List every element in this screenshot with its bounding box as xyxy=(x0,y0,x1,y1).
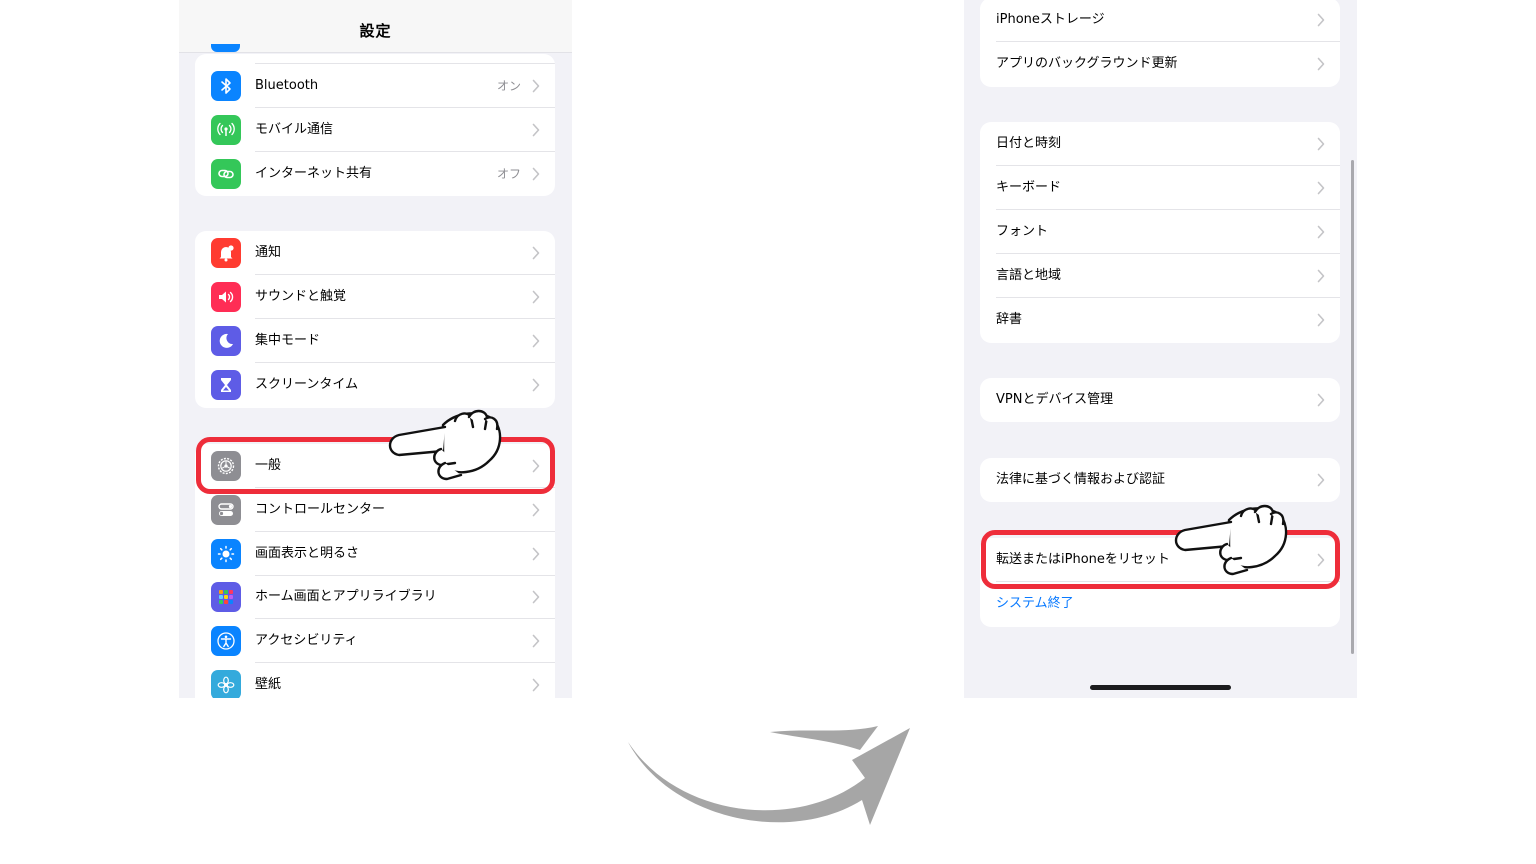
chevron-right-icon xyxy=(1317,13,1325,27)
antenna-icon xyxy=(211,115,241,145)
hotspot-status: オフ xyxy=(496,167,521,181)
curved-arrow-icon xyxy=(628,726,910,825)
chevron-right-icon xyxy=(532,334,540,348)
settings-row-label: インターネット共有 xyxy=(255,166,373,181)
settings-group-notifications: 通知 サウンドと触覚 集中モード スクリーンタイム xyxy=(195,231,555,408)
settings-row-iphone-storage[interactable]: iPhoneストレージ xyxy=(980,0,1340,42)
settings-screen-left: 設定 Bluetooth オン モバイル通信 インターネット共有 オフ 通知 サ… xyxy=(179,0,572,698)
settings-row-sounds[interactable]: サウンドと触覚 xyxy=(195,275,555,319)
settings-row-focus[interactable]: 集中モード xyxy=(195,319,555,363)
sun-icon xyxy=(211,539,241,569)
chevron-right-icon xyxy=(1317,57,1325,71)
chevron-right-icon xyxy=(532,634,540,648)
settings-group-connectivity: Bluetooth オン モバイル通信 インターネット共有 オフ xyxy=(195,54,555,196)
hourglass-icon xyxy=(211,370,241,400)
pointing-hand-icon xyxy=(1174,504,1288,576)
settings-row-background-refresh[interactable]: アプリのバックグラウンド更新 xyxy=(980,42,1340,86)
bluetooth-status: オン xyxy=(496,79,521,93)
settings-group-datetime: 日付と時刻 キーボード フォント 言語と地域 辞書 xyxy=(980,122,1340,343)
settings-row-home-screen[interactable]: ホーム画面とアプリライブラリ xyxy=(195,575,555,619)
settings-group-storage: iPhoneストレージ アプリのバックグラウンド更新 xyxy=(980,0,1340,87)
settings-row-label: 言語と地域 xyxy=(996,268,1062,283)
bluetooth-icon xyxy=(211,71,241,101)
settings-row-dictionary[interactable]: 辞書 xyxy=(980,298,1340,342)
settings-row-label: VPNとデバイス管理 xyxy=(996,392,1114,407)
settings-row-date-time[interactable]: 日付と時刻 xyxy=(980,122,1340,166)
moon-icon xyxy=(211,326,241,356)
settings-row-vpn-device-management[interactable]: VPNとデバイス管理 xyxy=(980,378,1340,422)
chevron-right-icon xyxy=(532,79,540,93)
settings-row-label: サウンドと触覚 xyxy=(255,289,347,304)
settings-row-label: 画面表示と明るさ xyxy=(255,546,360,561)
settings-row-label: iPhoneストレージ xyxy=(996,12,1105,27)
home-indicator[interactable] xyxy=(1090,685,1231,690)
link-icon xyxy=(211,159,241,189)
settings-row-label: 通知 xyxy=(255,245,282,260)
settings-row-label: フォント xyxy=(996,224,1049,239)
settings-row-label: 法律に基づく情報および認証 xyxy=(996,472,1166,487)
settings-row-screen-time[interactable]: スクリーンタイム xyxy=(195,363,555,407)
settings-group-vpn: VPNとデバイス管理 xyxy=(980,378,1340,422)
general-settings-screen-right: iPhoneストレージ アプリのバックグラウンド更新 日付と時刻 キーボード フ… xyxy=(964,0,1357,698)
chevron-right-icon xyxy=(1317,393,1325,407)
nav-bar: 設定 xyxy=(179,0,572,53)
chevron-right-icon xyxy=(532,167,540,181)
chevron-right-icon xyxy=(1317,181,1325,195)
partial-row-icon xyxy=(211,44,240,52)
chevron-right-icon xyxy=(532,378,540,392)
chevron-right-icon xyxy=(532,123,540,137)
settings-row-control-center[interactable]: コントロールセンター xyxy=(195,488,555,532)
settings-row-mobile[interactable]: モバイル通信 xyxy=(195,108,555,152)
chevron-right-icon xyxy=(532,246,540,260)
chevron-right-icon xyxy=(1317,269,1325,283)
settings-row-fonts[interactable]: フォント xyxy=(980,210,1340,254)
settings-row-label: スクリーンタイム xyxy=(255,377,359,392)
settings-row-label: 壁紙 xyxy=(255,677,282,692)
settings-row-label: アクセシビリティ xyxy=(255,633,358,648)
settings-row-wallpaper[interactable]: 壁紙 xyxy=(195,663,555,698)
chevron-right-icon xyxy=(532,590,540,604)
settings-row-accessibility[interactable]: アクセシビリティ xyxy=(195,619,555,663)
chevron-right-icon xyxy=(1317,225,1325,239)
settings-group-legal: 法律に基づく情報および認証 xyxy=(980,458,1340,502)
chevron-right-icon xyxy=(1317,137,1325,151)
chevron-right-icon xyxy=(532,678,540,692)
scrollbar[interactable] xyxy=(1351,160,1354,654)
settings-row-label: モバイル通信 xyxy=(255,122,334,137)
settings-row-language-region[interactable]: 言語と地域 xyxy=(980,254,1340,298)
settings-row-label: アプリのバックグラウンド更新 xyxy=(996,56,1178,71)
settings-row-label: コントロールセンター xyxy=(255,502,386,517)
settings-row-label: キーボード xyxy=(996,180,1062,195)
settings-row-label: 辞書 xyxy=(996,312,1023,327)
settings-row-notifications[interactable]: 通知 xyxy=(195,231,555,275)
chevron-right-icon xyxy=(1317,313,1325,327)
flower-icon xyxy=(211,670,241,698)
speaker-icon xyxy=(211,282,241,312)
settings-row-label: 集中モード xyxy=(255,333,321,348)
toggles-icon xyxy=(211,495,241,525)
pointing-hand-icon xyxy=(388,409,502,481)
app-grid-icon xyxy=(211,582,241,612)
accessibility-icon xyxy=(211,626,241,656)
settings-row-hotspot[interactable]: インターネット共有 オフ xyxy=(195,152,555,196)
chevron-right-icon xyxy=(532,290,540,304)
settings-row-keyboard[interactable]: キーボード xyxy=(980,166,1340,210)
settings-row-label: ホーム画面とアプリライブラリ xyxy=(255,589,437,604)
settings-row-legal[interactable]: 法律に基づく情報および認証 xyxy=(980,458,1340,502)
chevron-right-icon xyxy=(532,503,540,517)
bell-icon xyxy=(211,238,241,268)
chevron-right-icon xyxy=(532,547,540,561)
settings-row-display[interactable]: 画面表示と明るさ xyxy=(195,532,555,576)
settings-row-label: Bluetooth xyxy=(255,78,319,93)
chevron-right-icon xyxy=(1317,473,1325,487)
page-title: 設定 xyxy=(359,22,392,40)
settings-row-label: 日付と時刻 xyxy=(996,136,1062,151)
settings-row-bluetooth[interactable]: Bluetooth オン xyxy=(195,64,555,108)
